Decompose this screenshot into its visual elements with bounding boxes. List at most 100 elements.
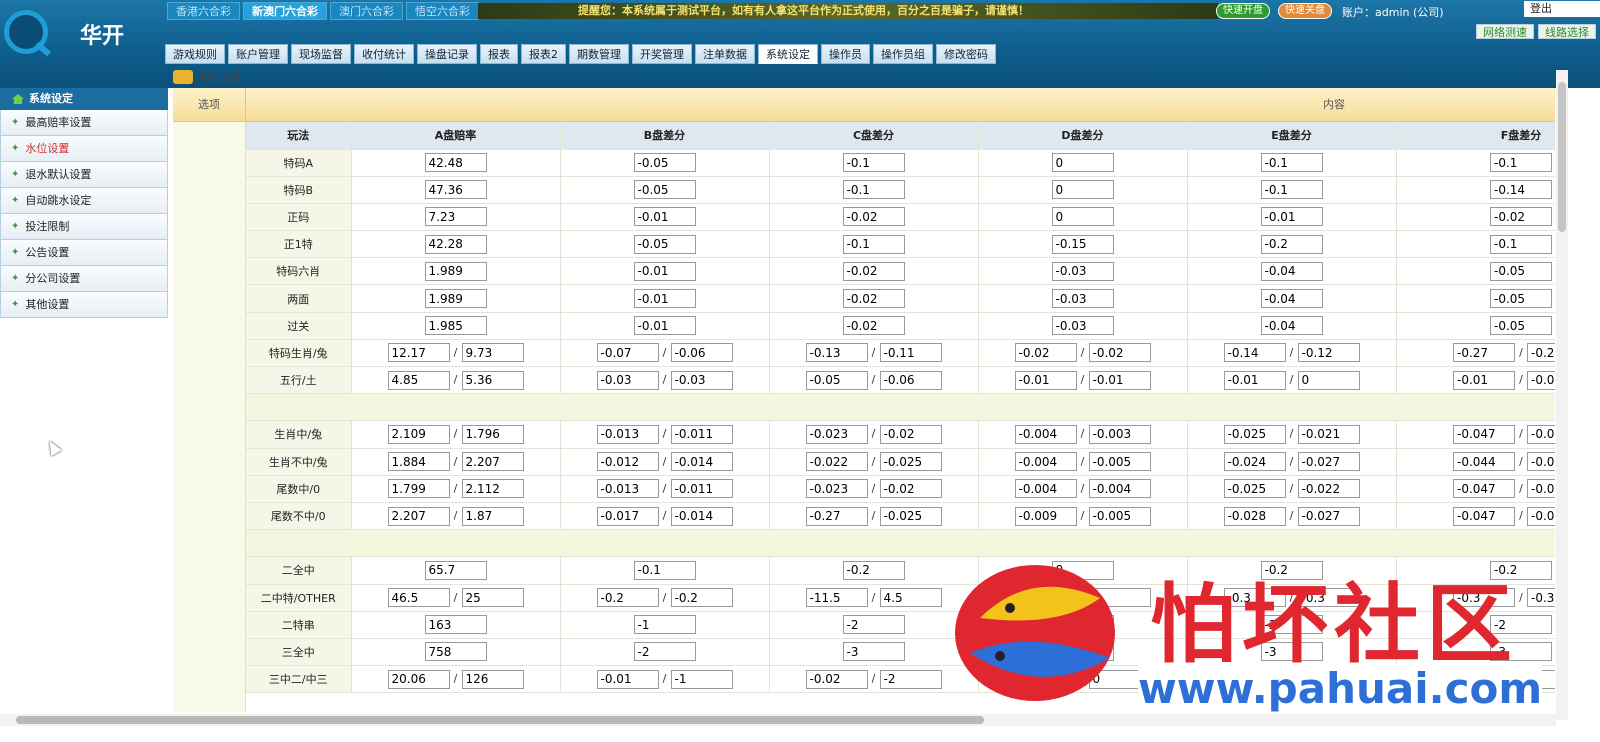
odds-input[interactable] xyxy=(670,343,733,363)
odds-input[interactable] xyxy=(1223,424,1286,444)
odds-input[interactable] xyxy=(879,370,942,390)
odds-input[interactable] xyxy=(1453,506,1515,526)
odds-input[interactable] xyxy=(879,424,942,444)
odds-input[interactable] xyxy=(1223,343,1286,363)
odds-input[interactable] xyxy=(461,370,524,390)
odds-input[interactable] xyxy=(805,588,868,608)
odds-input[interactable] xyxy=(1014,506,1077,526)
odds-input[interactable] xyxy=(842,153,905,173)
menu-item[interactable]: 注单数据 xyxy=(695,44,755,64)
odds-input[interactable] xyxy=(842,234,905,254)
odds-input[interactable] xyxy=(1260,316,1323,336)
odds-input[interactable] xyxy=(879,506,942,526)
odds-input[interactable] xyxy=(633,261,696,281)
odds-input[interactable] xyxy=(1453,424,1515,444)
odds-input[interactable] xyxy=(1223,452,1286,472)
odds-input[interactable] xyxy=(633,642,696,662)
odds-input[interactable] xyxy=(1297,479,1360,499)
odds-input[interactable] xyxy=(387,370,450,390)
odds-input[interactable] xyxy=(387,452,450,472)
odds-input[interactable] xyxy=(1527,343,1555,363)
odds-input[interactable] xyxy=(879,588,942,608)
odds-input[interactable] xyxy=(1260,289,1323,309)
odds-input[interactable] xyxy=(805,452,868,472)
odds-input[interactable] xyxy=(633,180,696,200)
menu-item[interactable]: 操盘记录 xyxy=(417,44,477,64)
menu-item[interactable]: 修改密码 xyxy=(936,44,996,64)
menu-item[interactable]: 系统设定 xyxy=(758,44,818,64)
odds-input[interactable] xyxy=(879,669,942,689)
menu-item[interactable]: 游戏规则 xyxy=(165,44,225,64)
odds-input[interactable] xyxy=(424,234,487,254)
odds-input[interactable] xyxy=(387,669,450,689)
odds-input[interactable] xyxy=(633,234,696,254)
odds-input[interactable] xyxy=(424,316,487,336)
menu-item[interactable]: 期数管理 xyxy=(569,44,629,64)
odds-input[interactable] xyxy=(424,642,487,662)
odds-input[interactable] xyxy=(670,669,733,689)
sidebar-item[interactable]: ✦ 水位设置 xyxy=(0,136,168,162)
sidebar-item[interactable]: ✦ 自动跳水设定 xyxy=(0,188,168,214)
odds-input[interactable] xyxy=(1223,370,1286,390)
odds-input[interactable] xyxy=(1014,370,1077,390)
sidebar-item[interactable]: ✦ 分公司设置 xyxy=(0,266,168,292)
odds-input[interactable] xyxy=(842,207,905,227)
odds-input[interactable] xyxy=(842,180,905,200)
odds-input[interactable] xyxy=(805,370,868,390)
odds-input[interactable] xyxy=(633,560,696,580)
odds-input[interactable] xyxy=(1088,479,1151,499)
menu-item[interactable]: 开奖管理 xyxy=(632,44,692,64)
odds-input[interactable] xyxy=(596,479,659,499)
odds-input[interactable] xyxy=(461,669,524,689)
odds-input[interactable] xyxy=(1088,424,1151,444)
odds-input[interactable] xyxy=(1453,343,1515,363)
menu-item[interactable]: 收付统计 xyxy=(354,44,414,64)
odds-input[interactable] xyxy=(633,316,696,336)
odds-input[interactable] xyxy=(424,560,487,580)
odds-input[interactable] xyxy=(387,424,450,444)
odds-input[interactable] xyxy=(805,506,868,526)
odds-input[interactable] xyxy=(633,615,696,635)
sidebar-item[interactable]: ✦ 退水默认设置 xyxy=(0,162,168,188)
lottery-tab[interactable]: 新澳门六合彩 xyxy=(243,2,327,20)
odds-input[interactable] xyxy=(1490,153,1552,173)
odds-input[interactable] xyxy=(596,424,659,444)
lottery-tab[interactable]: 香港六合彩 xyxy=(167,2,240,20)
odds-input[interactable] xyxy=(633,153,696,173)
odds-input[interactable] xyxy=(387,588,450,608)
odds-input[interactable] xyxy=(461,343,524,363)
odds-input[interactable] xyxy=(1088,506,1151,526)
odds-input[interactable] xyxy=(670,452,733,472)
odds-input[interactable] xyxy=(842,615,905,635)
odds-input[interactable] xyxy=(633,207,696,227)
odds-input[interactable] xyxy=(879,452,942,472)
odds-input[interactable] xyxy=(1051,234,1114,254)
odds-input[interactable] xyxy=(1051,207,1114,227)
odds-input[interactable] xyxy=(670,506,733,526)
odds-input[interactable] xyxy=(387,479,450,499)
odds-input[interactable] xyxy=(1297,370,1360,390)
odds-input[interactable] xyxy=(424,207,487,227)
odds-input[interactable] xyxy=(596,452,659,472)
odds-input[interactable] xyxy=(805,479,868,499)
odds-input[interactable] xyxy=(461,479,524,499)
odds-input[interactable] xyxy=(1453,479,1515,499)
odds-input[interactable] xyxy=(596,343,659,363)
odds-input[interactable] xyxy=(424,289,487,309)
odds-input[interactable] xyxy=(1260,153,1323,173)
menu-item[interactable]: 操作员 xyxy=(821,44,870,64)
odds-input[interactable] xyxy=(1527,479,1555,499)
odds-input[interactable] xyxy=(670,479,733,499)
odds-input[interactable] xyxy=(461,424,524,444)
odds-input[interactable] xyxy=(805,343,868,363)
odds-input[interactable] xyxy=(879,343,942,363)
odds-input[interactable] xyxy=(1297,452,1360,472)
odds-input[interactable] xyxy=(670,588,733,608)
odds-input[interactable] xyxy=(1088,343,1151,363)
odds-input[interactable] xyxy=(596,370,659,390)
odds-input[interactable] xyxy=(1051,289,1114,309)
odds-input[interactable] xyxy=(842,261,905,281)
odds-input[interactable] xyxy=(461,588,524,608)
odds-input[interactable] xyxy=(1014,452,1077,472)
menu-item[interactable]: 报表 xyxy=(480,44,518,64)
